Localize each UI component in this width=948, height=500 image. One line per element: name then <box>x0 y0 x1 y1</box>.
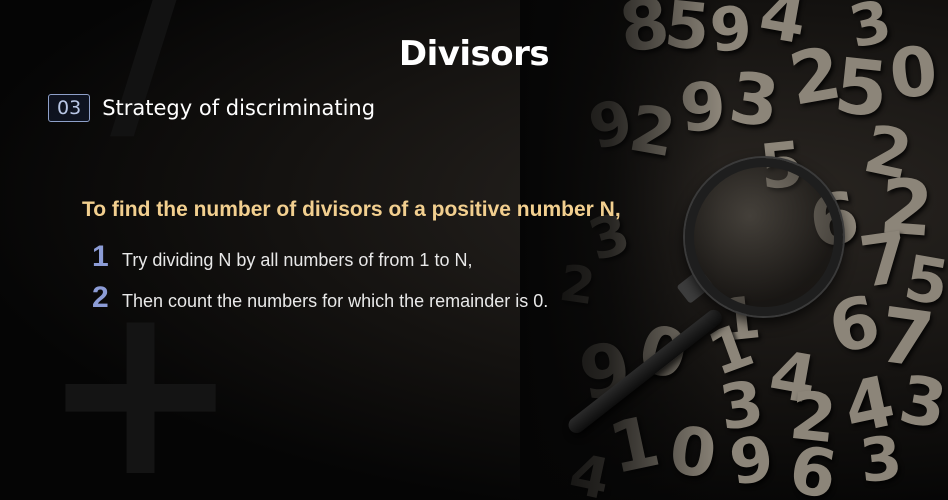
lead-statement: To find the number of divisors of a posi… <box>82 198 621 221</box>
section-header: 03 Strategy of discriminating <box>48 94 375 122</box>
step-number: 1 <box>92 240 109 273</box>
step-2: 2 Then count the numbers for which the r… <box>92 281 548 315</box>
step-number: 2 <box>92 281 109 314</box>
step-1: 1 Try dividing N by all numbers of from … <box>92 240 472 274</box>
step-text: Then count the numbers for which the rem… <box>122 291 549 311</box>
section-number-badge: 03 <box>48 94 91 122</box>
backdrop-digit: 3 <box>856 423 906 497</box>
section-label: Strategy of discriminating <box>102 96 376 120</box>
magnifier-lens <box>685 158 843 316</box>
backdrop-digit: 9 <box>725 421 778 500</box>
slide-title: Divisors <box>398 34 550 74</box>
ghost-glyph-top: / <box>110 0 191 168</box>
magnifier-icon <box>530 150 860 437</box>
slide: / + 859432509293526275321679014324310963… <box>0 0 948 500</box>
step-text: Try dividing N by all numbers of from 1 … <box>122 250 473 270</box>
